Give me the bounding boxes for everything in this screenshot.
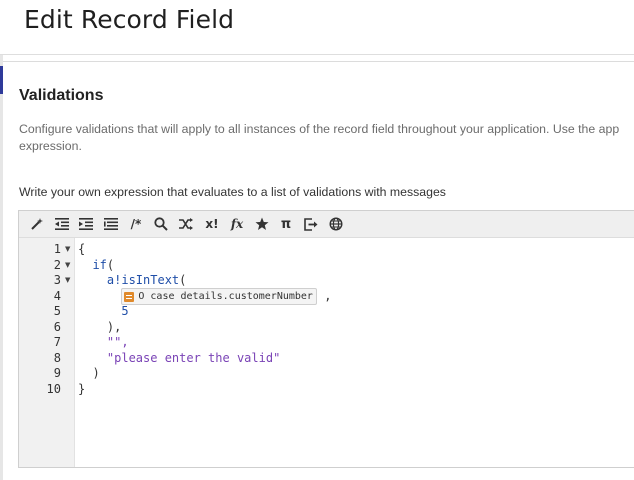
page-header: Edit Record Field	[0, 0, 634, 55]
code-token: )	[92, 366, 100, 380]
code-token: ,	[324, 289, 332, 303]
code-token: }	[78, 381, 86, 396]
line-number: 4	[53, 288, 61, 303]
code-line-7: "",	[78, 335, 129, 351]
line-number: 5	[53, 304, 61, 318]
line-number-gutter: 1 ▼ 2 ▼ 3 ▼ 4 5 6 7 8 9 10	[19, 238, 75, 467]
line-number: 1	[53, 242, 61, 256]
line-number: 8	[53, 350, 61, 365]
editor-toolbar: /* x! fx π	[19, 211, 634, 238]
code-line-1: {	[78, 242, 85, 258]
validations-description: Configure validations that will apply to…	[19, 121, 634, 155]
expression-editor[interactable]: /* x! fx π 1 ▼ 2 ▼ 3 ▼ 4 5 6 7 8 9 10 {…	[18, 210, 634, 468]
code-token: "please enter the valid"	[106, 350, 281, 365]
code-token: {	[78, 242, 86, 256]
code-token: if	[92, 257, 107, 272]
fold-arrow-icon[interactable]: ▼	[65, 276, 70, 284]
code-token: (	[179, 273, 187, 287]
code-line-2: if(	[78, 258, 114, 274]
description-line: expression.	[19, 139, 82, 153]
code-line-6: ),	[78, 320, 121, 336]
indent-icon[interactable]	[76, 215, 96, 233]
code-token: ),	[106, 319, 122, 334]
code-line-9: )	[78, 366, 100, 382]
globe-icon[interactable]	[326, 215, 346, 233]
line-number: 10	[46, 381, 61, 396]
line-number: 9	[53, 366, 61, 380]
expression-label: Write your own expression that evaluates…	[19, 185, 446, 199]
outdent-icon[interactable]	[52, 215, 72, 233]
magic-wand-icon[interactable]	[27, 215, 47, 233]
pi-icon[interactable]: π	[276, 215, 296, 233]
star-icon[interactable]	[252, 215, 272, 233]
code-line-5: 5	[78, 304, 129, 320]
active-section-indicator	[0, 66, 3, 94]
line-number: 7	[53, 335, 61, 349]
comment-icon[interactable]: /*	[126, 215, 146, 233]
list-format-icon[interactable]	[101, 215, 121, 233]
line-number: 3	[53, 273, 61, 287]
code-token: a!	[106, 273, 122, 287]
fold-arrow-icon[interactable]: ▼	[65, 245, 70, 253]
code-line-8: "please enter the valid"	[78, 351, 280, 367]
code-token: (	[106, 257, 115, 272]
search-icon[interactable]	[151, 215, 171, 233]
exclamation-x-icon[interactable]: x!	[202, 215, 222, 233]
fold-arrow-icon[interactable]: ▼	[65, 261, 70, 269]
code-token: "",	[106, 335, 129, 349]
record-field-chip[interactable]: O case details.customerNumber	[121, 288, 317, 305]
code-line-3: a!isInText(	[78, 273, 186, 289]
code-line-4: O case details.customerNumber ,	[78, 288, 331, 305]
page-title: Edit Record Field	[24, 5, 235, 34]
code-line-10: }	[78, 382, 85, 398]
code-token: isInText	[121, 273, 180, 287]
description-line: Configure validations that will apply to…	[19, 122, 620, 136]
code-token: 5	[121, 304, 129, 318]
export-icon[interactable]	[301, 215, 321, 233]
line-number: 6	[53, 319, 61, 334]
fx-icon[interactable]: fx	[227, 215, 247, 233]
record-field-chip-label: O case details.customerNumber	[138, 290, 313, 302]
panel-divider	[3, 61, 634, 62]
shuffle-icon[interactable]	[176, 215, 196, 233]
line-number: 2	[53, 257, 61, 272]
validations-heading: Validations	[19, 87, 104, 104]
record-type-icon	[124, 291, 135, 302]
